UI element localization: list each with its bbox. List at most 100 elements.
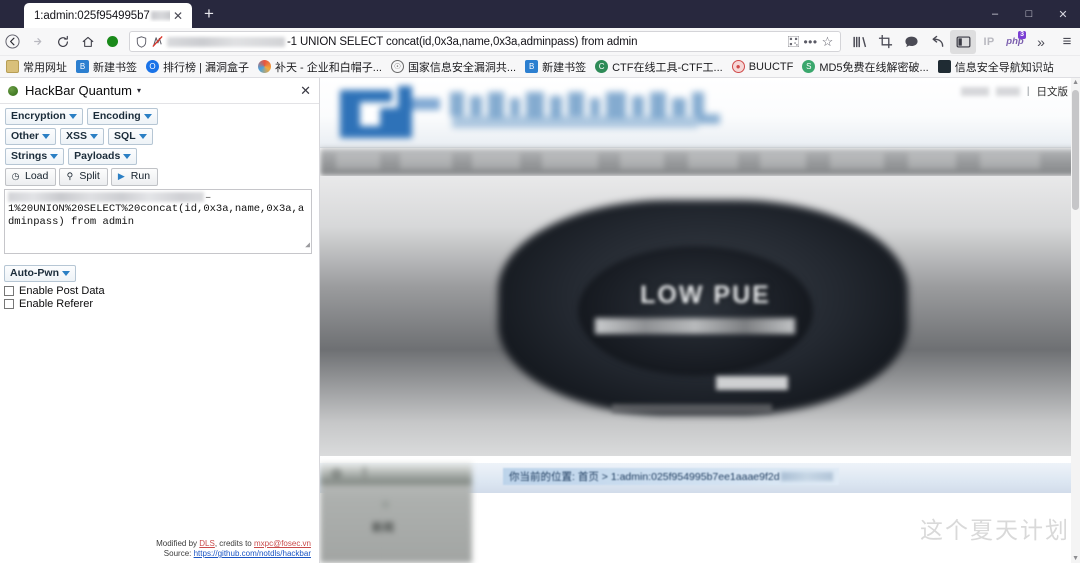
breadcrumb-home-link[interactable]: 首页 [578, 469, 599, 484]
encryption-menu-button[interactable]: Encryption [5, 108, 83, 125]
chevron-down-icon [42, 133, 51, 139]
bookmark-item[interactable]: 补天 - 企业和白帽子... [257, 59, 382, 75]
breadcrumb-separator: > [601, 470, 608, 483]
header-link-redacted-2[interactable] [995, 87, 1020, 96]
new-tab-button[interactable]: + [196, 1, 222, 27]
page-content: | 日文版 LOW PUE 你当前的位置: 首页 > 1:admin:025f9… [320, 78, 1080, 563]
maximize-button[interactable]: □ [1012, 0, 1046, 28]
breadcrumb-prefix: 你当前的位置: [509, 471, 575, 483]
php-extension-icon[interactable]: php 3 [1002, 30, 1028, 54]
news-box-redacted[interactable]: 新闻 [320, 463, 472, 563]
news-box-tick [363, 467, 366, 479]
forward-icon[interactable] [25, 30, 50, 54]
tab-title-redacted [150, 10, 170, 20]
resize-grip-icon[interactable]: ◢ [305, 239, 310, 252]
bookmark-item[interactable]: B 新建书签 [525, 59, 586, 75]
address-bar[interactable]: -1 UNION SELECT concat(id,0x3a,name,0x3a… [129, 31, 841, 52]
bookmark-star-icon[interactable]: ☆ [819, 34, 836, 50]
bookmark-item[interactable]: ☉ 国家信息安全漏洞共... [390, 59, 517, 75]
bookmark-item[interactable]: 信息安全导航知识站 [937, 59, 1054, 75]
hero-text-redacted-bar [595, 318, 795, 334]
enable-post-data-label: Enable Post Data [19, 285, 105, 297]
enable-post-data-checkbox[interactable] [4, 286, 14, 296]
scroll-down-arrow-icon[interactable]: ▼ [1072, 555, 1079, 562]
tab-close-icon[interactable]: ✕ [170, 8, 186, 24]
strings-menu-button[interactable]: Strings [5, 148, 65, 165]
sidebar-close-icon[interactable]: ✕ [300, 83, 311, 99]
url-textarea[interactable]: – 1%20UNION%20SELECT%20concat(id,0x3a,na… [4, 189, 312, 254]
sidebar-header: HackBar Quantum ▾ ✕ [0, 78, 319, 104]
chevron-down-icon [90, 133, 99, 139]
chevron-down-icon[interactable]: ▾ [137, 86, 141, 95]
bookmark-item[interactable]: C CTF在线工具-CTF工... [595, 59, 723, 75]
bookmark-item[interactable]: ● BUUCTF [731, 60, 793, 73]
home-icon[interactable] [75, 30, 100, 54]
xss-menu-button[interactable]: XSS [60, 128, 105, 145]
page-actions-icon[interactable]: ••• [802, 35, 819, 49]
library-icon[interactable] [846, 30, 872, 54]
footer-source-line: Source: https://github.com/notdls/hackba… [156, 549, 311, 559]
chat-bubble-icon[interactable] [898, 30, 924, 54]
enable-referer-label: Enable Referer [19, 298, 93, 310]
split-button[interactable]: ⚲ Split [59, 168, 108, 186]
menu-label: Encryption [11, 110, 66, 122]
sidebar-toggle-icon[interactable] [950, 29, 976, 54]
app-menu-icon[interactable]: ≡ [1054, 30, 1080, 54]
hackbar-menu-row-3: Strings Payloads [5, 148, 314, 165]
bookmark-item[interactable]: O 排行榜 | 漏洞盒子 [146, 59, 249, 75]
scroll-up-arrow-icon[interactable]: ▲ [1072, 79, 1079, 86]
bookmark-label: 国家信息安全漏洞共... [407, 61, 517, 74]
site-nav-redacted[interactable] [320, 148, 1080, 176]
credits-email-link[interactable]: mxpc@fosec.vn [254, 539, 311, 548]
bookmark-label: 新建书签 [93, 61, 137, 74]
reload-icon[interactable] [50, 30, 75, 54]
enable-referer-row[interactable]: Enable Referer [4, 298, 319, 310]
sql-menu-button[interactable]: SQL [108, 128, 153, 145]
close-window-button[interactable]: ✕ [1046, 0, 1080, 28]
shield-icon[interactable] [134, 35, 149, 48]
payloads-menu-button[interactable]: Payloads [68, 148, 138, 165]
modified-by-link[interactable]: DLS [199, 539, 215, 548]
navigation-toolbar: -1 UNION SELECT concat(id,0x3a,name,0x3a… [0, 28, 1080, 56]
bookmark-item[interactable]: B 新建书签 [76, 59, 137, 75]
screenshot-crop-icon[interactable] [872, 30, 898, 54]
source-url-link[interactable]: https://github.com/notdls/hackbar [194, 549, 311, 558]
chevron-down-icon [138, 133, 147, 139]
load-button[interactable]: ◷ Load [5, 168, 57, 186]
noscript-icon[interactable] [149, 35, 165, 48]
page-scrollbar[interactable]: ▲ ▼ [1071, 78, 1080, 563]
qr-reader-icon[interactable] [785, 36, 802, 47]
enable-referer-checkbox[interactable] [4, 299, 14, 309]
extension-green-dot-icon[interactable] [100, 30, 125, 54]
bookmark-item[interactable]: 常用网址 [6, 59, 67, 75]
hero-button-redacted[interactable] [716, 376, 788, 390]
japanese-version-link[interactable]: 日文版 [1037, 84, 1069, 99]
url-dash: – [205, 192, 212, 204]
auto-pwn-button[interactable]: Auto-Pwn [4, 265, 76, 282]
split-icon: ⚲ [66, 171, 74, 181]
undo-arrow-icon[interactable] [924, 30, 950, 54]
scrollbar-thumb[interactable] [1072, 90, 1079, 210]
menu-label: XSS [66, 130, 88, 142]
overflow-chevrons-icon[interactable]: » [1028, 30, 1054, 54]
hackbar-action-row: ◷ Load ⚲ Split ▶ Run [5, 168, 314, 186]
minimize-button[interactable]: – [978, 0, 1012, 28]
ip-button[interactable]: IP [976, 30, 1002, 54]
hero-caption-redacted [612, 404, 772, 413]
enable-post-data-row[interactable]: Enable Post Data [4, 285, 319, 297]
header-link-redacted-1[interactable] [960, 87, 989, 96]
run-button[interactable]: ▶ Run [110, 168, 159, 186]
encoding-menu-button[interactable]: Encoding [86, 108, 158, 125]
chevron-down-icon [50, 153, 59, 159]
credits-prefix: , credits to [214, 539, 254, 548]
browser-tab[interactable]: 1:admin:025f954995b7 ✕ [24, 3, 192, 28]
bookmark-item[interactable]: S MD5免费在线解密破... [802, 59, 929, 75]
url-redacted-prefix [8, 192, 204, 202]
back-icon[interactable] [0, 30, 25, 54]
bookmark-label: MD5免费在线解密破... [819, 61, 929, 74]
run-icon: ▶ [117, 171, 125, 181]
bookmarks-bar: 常用网址 B 新建书签 O 排行榜 | 漏洞盒子 补天 - 企业和白帽子... ☉ 国… [0, 56, 1080, 78]
other-menu-button[interactable]: Other [5, 128, 57, 145]
source-prefix: Source: [163, 549, 194, 558]
chevron-down-icon [62, 270, 70, 276]
